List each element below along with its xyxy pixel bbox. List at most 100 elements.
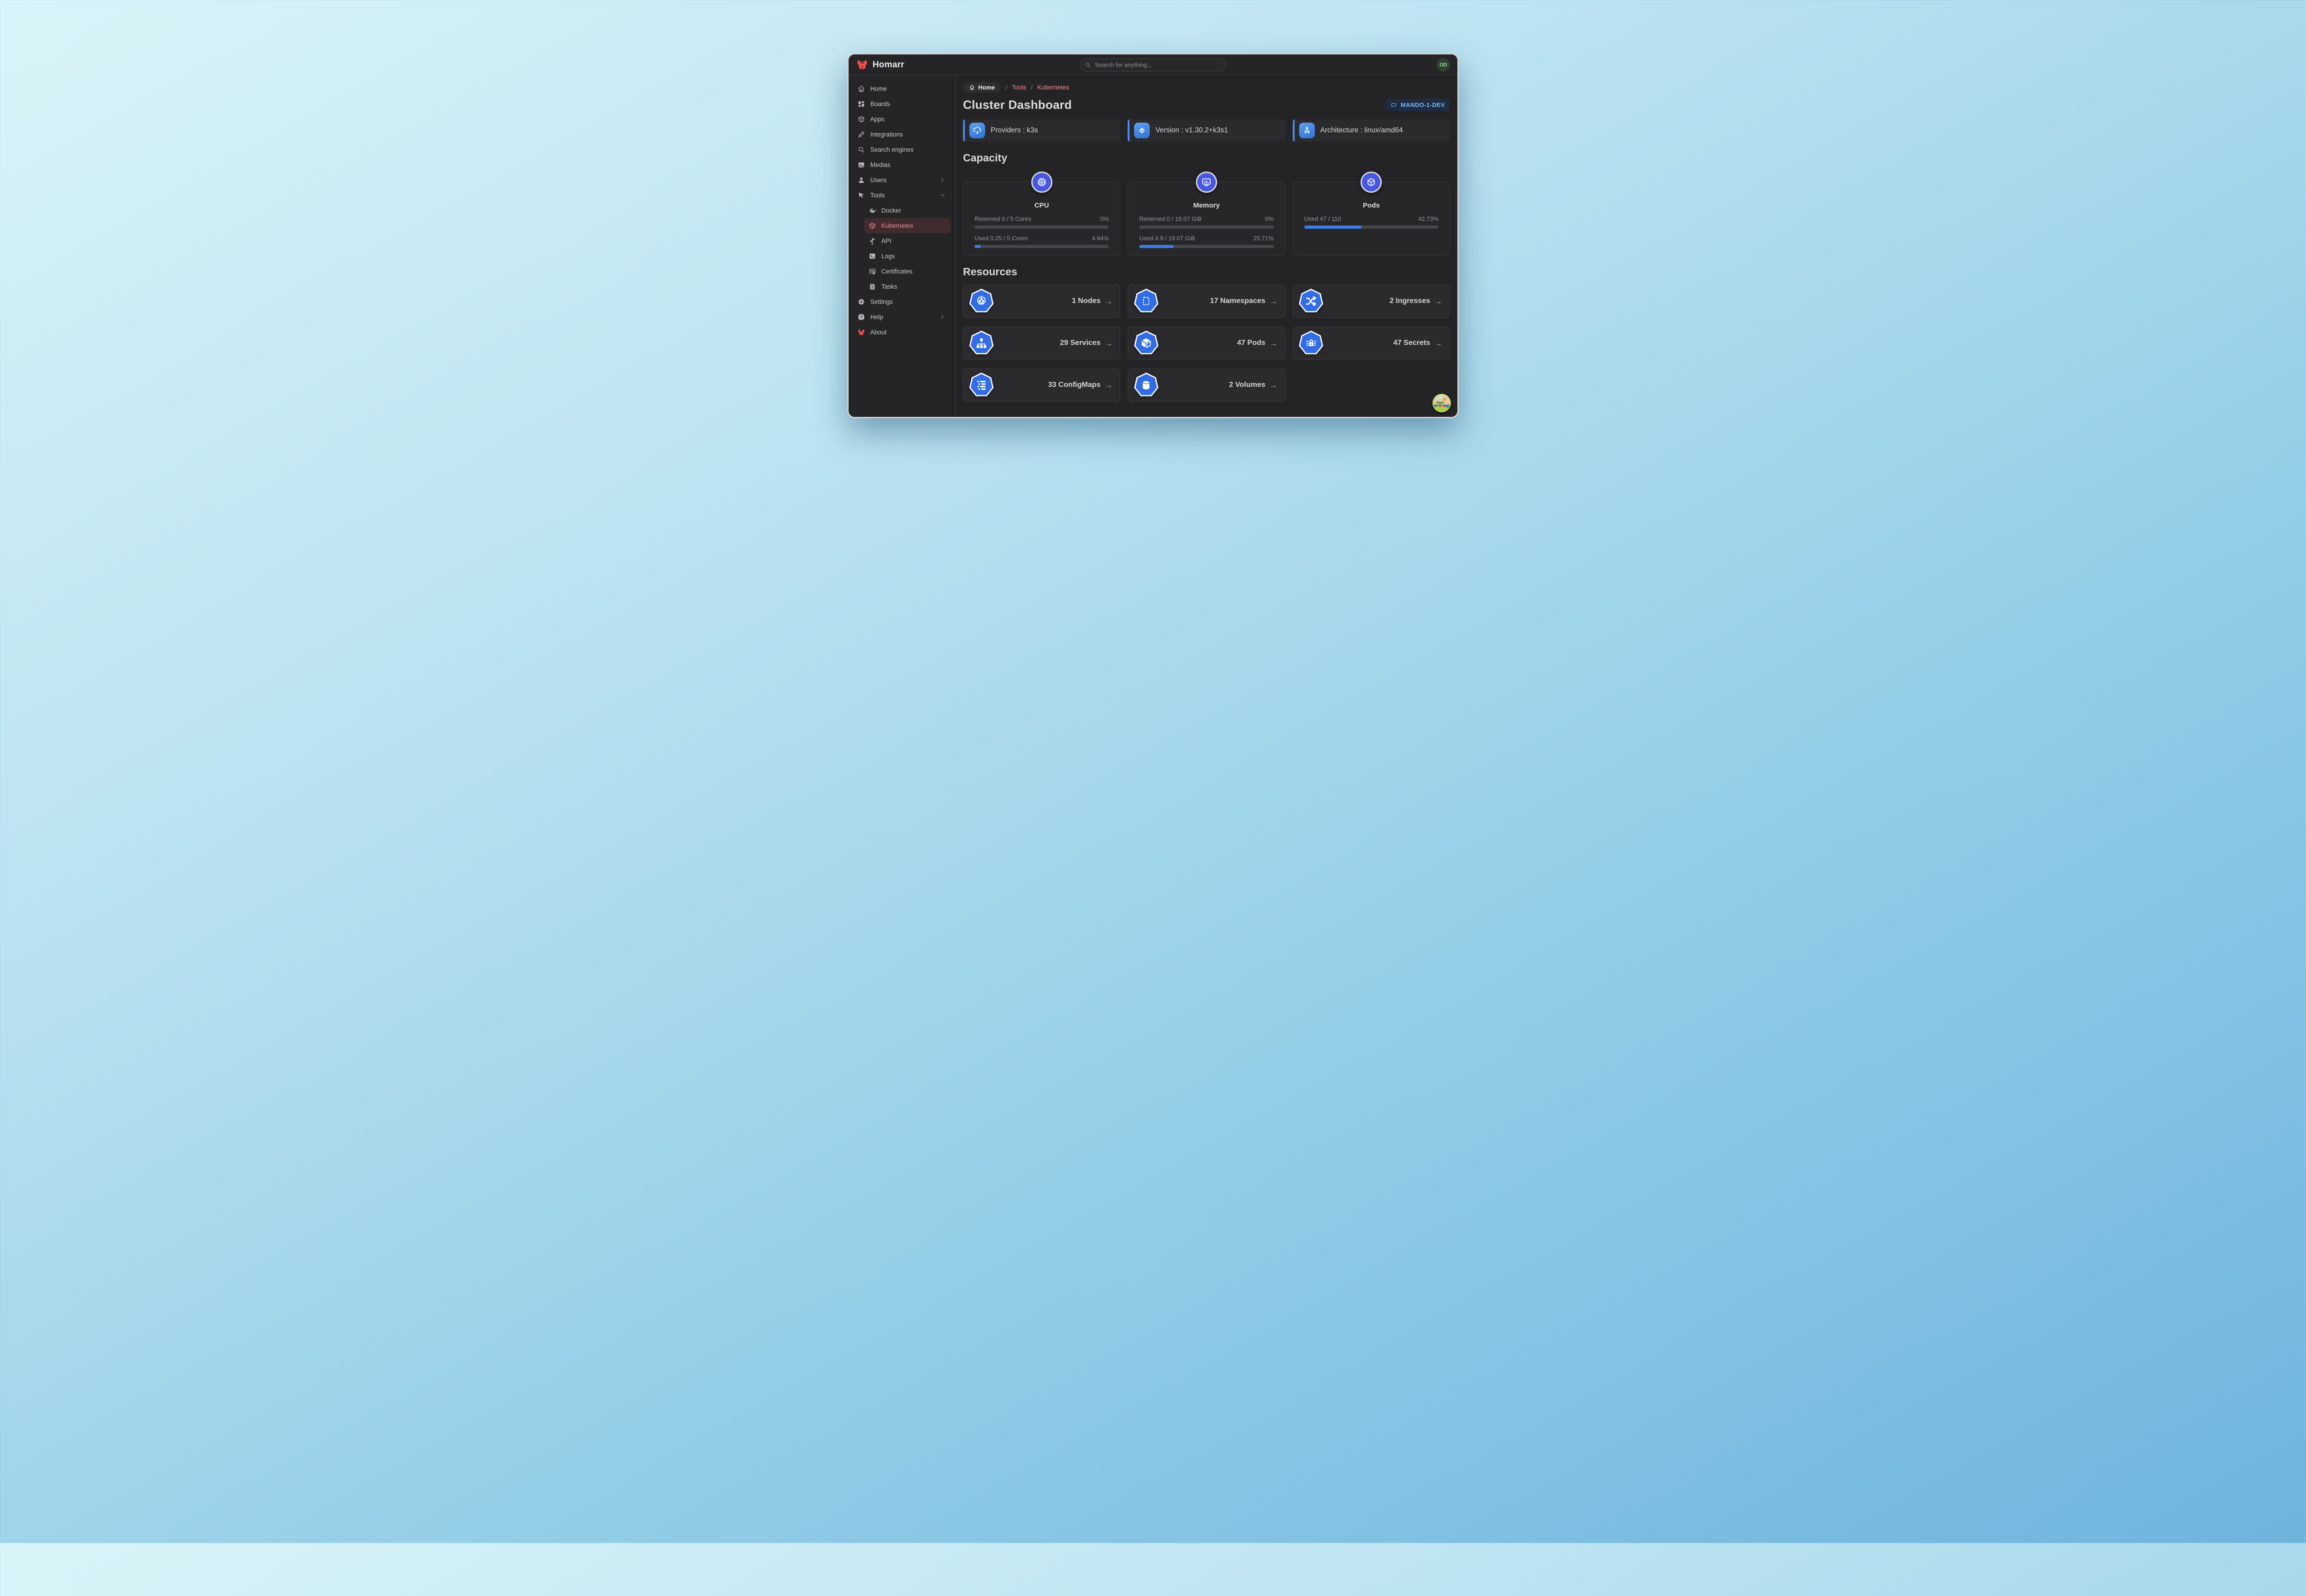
app-window: Homarr OD Home Boards Apps Integr <box>847 53 1459 418</box>
home-icon <box>969 84 975 90</box>
chevron-right-icon <box>939 177 946 183</box>
capacity-row: CPU Reserved 0 / 5 Cores 0% Used 0.25 / … <box>963 182 1450 255</box>
capacity-row-percent: 0% <box>1265 215 1274 222</box>
capacity-row-label: Used 4.9 / 19.07 GiB <box>1139 235 1195 242</box>
sidebar-item-label: Settings <box>870 298 893 305</box>
sidebar-item-tools[interactable]: Tools <box>853 188 951 203</box>
capacity-row-percent: 4.94% <box>1092 235 1109 242</box>
resource-card-configmaps[interactable]: 33 ConfigMaps → <box>963 368 1120 402</box>
resource-card-label: 2 Volumes <box>1229 381 1266 389</box>
resource-card-label: 47 Pods <box>1237 339 1265 347</box>
k8s-namespaces-icon <box>1134 289 1159 314</box>
resource-card-label: 2 Ingresses <box>1390 297 1430 305</box>
resource-card-label: 1 Nodes <box>1072 297 1100 305</box>
chevron-right-icon <box>939 314 946 320</box>
breadcrumb-separator: / <box>1005 84 1007 91</box>
cluster-badge: MANDO-1-DEV <box>1385 99 1450 111</box>
resources-grid: 1 Nodes → 17 Namespaces → 2 Ingresses → <box>963 285 1450 402</box>
sidebar-item-apps[interactable]: Apps <box>853 112 951 127</box>
sidebar-item-medias[interactable]: Medias <box>853 157 951 172</box>
sidebar-item-tasks[interactable]: Tasks <box>864 279 951 294</box>
sidebar-item-kubernetes[interactable]: Kubernetes <box>864 218 951 233</box>
sidebar-item-settings[interactable]: Settings <box>853 294 951 309</box>
capacity-used-row: Used 4.9 / 19.07 GiB 25.71% <box>1139 235 1273 248</box>
k8s-configmaps-icon <box>969 373 994 398</box>
tropical-island-icon[interactable] <box>1432 394 1451 412</box>
capacity-used-row: Used 47 / 110 42.73% <box>1304 215 1438 229</box>
cluster-info-row: Providers : k3s Version : v1.30.2+k3s1 A… <box>963 119 1450 142</box>
breadcrumb-home[interactable]: Home <box>963 82 1001 93</box>
info-card-version: Version : v1.30.2+k3s1 <box>1128 119 1285 142</box>
capacity-row-label: Reserved 0 / 5 Cores <box>975 215 1031 222</box>
terminal-icon <box>868 252 876 260</box>
plug-connected-icon <box>857 131 865 138</box>
sidebar-item-docker[interactable]: Docker <box>864 203 951 218</box>
sidebar-item-label: Search engines <box>870 146 914 153</box>
k8s-pods-icon <box>1134 331 1159 356</box>
desktop-analytics-icon <box>1196 172 1217 193</box>
resource-card-label: 33 ConfigMaps <box>1048 381 1101 389</box>
capacity-reserved-row: Reserved 0 / 5 Cores 0% <box>975 215 1109 229</box>
search-icon <box>1085 62 1091 68</box>
brand-name: Homarr <box>873 60 904 70</box>
info-card-label: Providers : k3s <box>991 126 1038 135</box>
sidebar-item-api[interactable]: API <box>864 233 951 249</box>
resource-card-namespaces[interactable]: 17 Namespaces → <box>1128 285 1285 318</box>
homarr-logo: Homarr <box>856 59 904 71</box>
k8s-secrets-icon <box>1299 331 1324 356</box>
breadcrumb-separator: / <box>1031 84 1033 91</box>
sidebar-item-boards[interactable]: Boards <box>853 96 951 112</box>
cpu-icon <box>1031 172 1052 193</box>
resource-card-pods[interactable]: 47 Pods → <box>1128 326 1285 360</box>
resources-heading: Resources <box>963 266 1450 278</box>
arrow-right-icon: → <box>1434 297 1442 305</box>
sidebar-item-label: API <box>881 237 891 244</box>
sidebar-item-logs[interactable]: Logs <box>864 249 951 264</box>
k8s-volumes-icon <box>1134 373 1159 398</box>
resource-card-label: 29 Services <box>1060 339 1100 347</box>
help-circle-icon <box>857 313 865 321</box>
sidebar-item-label: Tools <box>870 192 885 199</box>
avatar[interactable]: OD <box>1437 58 1450 71</box>
resource-card-nodes[interactable]: 1 Nodes → <box>963 285 1120 318</box>
search-input[interactable] <box>1080 59 1226 71</box>
app-header: Homarr OD <box>849 54 1457 76</box>
arrow-right-icon: → <box>1270 297 1278 305</box>
k8s-services-icon <box>969 331 994 356</box>
capacity-card-title: Memory <box>1139 202 1273 209</box>
arrow-right-icon: → <box>1105 339 1112 347</box>
arrow-right-icon: → <box>1270 339 1278 347</box>
sidebar-item-help[interactable]: Help <box>853 309 951 325</box>
breadcrumb-link-tools[interactable]: Tools <box>1012 84 1027 91</box>
sidebar-item-home[interactable]: Home <box>853 81 951 96</box>
chevron-down-icon <box>939 192 946 198</box>
sidebar-item-label: Medias <box>870 161 891 168</box>
sidebar-item-certificates[interactable]: Certificates <box>864 264 951 279</box>
resource-card-ingresses[interactable]: 2 Ingresses → <box>1293 285 1450 318</box>
progress-bar <box>1304 225 1438 229</box>
info-card-architecture: Architecture : linux/amd64 <box>1293 119 1450 142</box>
progress-bar <box>1139 245 1273 248</box>
capacity-card-memory: Memory Reserved 0 / 19.07 GiB 0% Used 4.… <box>1128 182 1285 255</box>
capacity-card-cpu: CPU Reserved 0 / 5 Cores 0% Used 0.25 / … <box>963 182 1120 255</box>
resource-card-secrets[interactable]: 47 Secrets → <box>1293 326 1450 360</box>
global-search <box>1080 59 1226 71</box>
sidebar-item-label: Integrations <box>870 131 903 138</box>
page-title: Cluster Dashboard <box>963 98 1072 112</box>
sidebar-item-label: Tasks <box>881 283 897 290</box>
breadcrumb-home-label: Home <box>978 84 995 91</box>
capacity-row-label: Reserved 0 / 19.07 GiB <box>1139 215 1201 222</box>
sidebar-item-search-engines[interactable]: Search engines <box>853 142 951 157</box>
sidebar-item-integrations[interactable]: Integrations <box>853 127 951 142</box>
sidebar-item-label: Kubernetes <box>881 222 913 229</box>
arrow-right-icon: → <box>1105 381 1112 389</box>
resource-card-services[interactable]: 29 Services → <box>963 326 1120 360</box>
k8s-nodes-icon <box>969 289 994 314</box>
sidebar-item-users[interactable]: Users <box>853 172 951 188</box>
resource-card-volumes[interactable]: 2 Volumes → <box>1128 368 1285 402</box>
cube-icon <box>1361 172 1382 193</box>
main-content: Home / Tools / Kubernetes Cluster Dashbo… <box>956 76 1457 417</box>
sidebar-item-about[interactable]: About <box>853 325 951 340</box>
breadcrumb-link-kubernetes[interactable]: Kubernetes <box>1037 84 1069 91</box>
homarr-mark-icon <box>857 328 865 336</box>
